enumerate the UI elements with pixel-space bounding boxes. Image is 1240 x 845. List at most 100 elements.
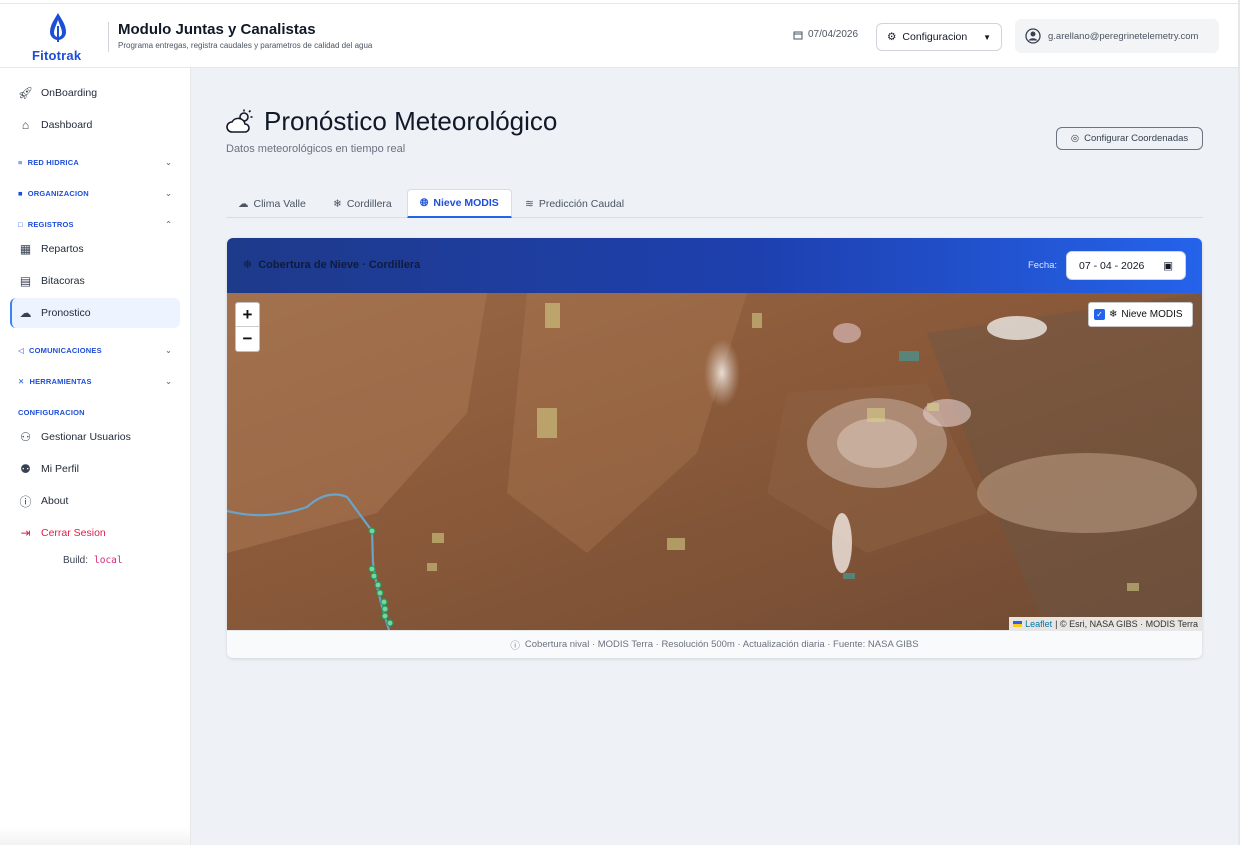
sidebar-item-mi-perfil[interactable]: ⚉ Mi Perfil xyxy=(10,454,180,484)
info-icon: ⓘ xyxy=(19,494,32,509)
attribution-text: | © Esri, NASA GIBS · MODIS Terra xyxy=(1055,618,1198,629)
chevron-down-icon: ⌄ xyxy=(165,157,172,167)
target-icon: ◎ xyxy=(1070,133,1080,144)
section-label: CONFIGURACION xyxy=(18,407,85,417)
coord-button-label: Configurar Coordenadas xyxy=(1084,133,1189,144)
satellite-map[interactable]: + − ✓ ❄ Nieve MODIS Leaflet | © Esri, NA… xyxy=(227,293,1202,630)
fecha-date-input[interactable]: 07 - 04 - 2026 ▣ xyxy=(1066,251,1186,280)
tab-clima-valle[interactable]: ☁ Clima Valle xyxy=(226,189,318,218)
calendar-icon xyxy=(793,31,803,39)
card-title-text: Cobertura de Nieve · Cordillera xyxy=(258,258,421,271)
rocket-icon: 🚀︎ xyxy=(17,86,34,100)
cloud-sun-icon: ☁ xyxy=(238,197,249,210)
sidebar-bottom-shadow xyxy=(0,827,191,845)
chevron-down-icon: ⌄ xyxy=(165,376,172,386)
card-header: ❄ Cobertura de Nieve · Cordillera Fecha:… xyxy=(227,238,1202,293)
sidebar-section-organizacion[interactable]: ■ ORGANIZACION ⌄ xyxy=(18,186,172,200)
user-email: g.arellano@peregrinetelemetry.com xyxy=(1048,30,1199,42)
calendar-icon[interactable]: ▣ xyxy=(1163,260,1173,272)
sidebar-item-cerrar-sesion[interactable]: ⇥ Cerrar Sesion xyxy=(10,518,180,548)
header-date: 07/04/2026 xyxy=(793,29,858,40)
sidebar-item-about[interactable]: ⓘ About xyxy=(10,486,180,516)
sidebar-section-configuracion: CONFIGURACION xyxy=(18,405,172,419)
tab-label: Nieve MODIS xyxy=(433,197,499,209)
sidebar-item-repartos[interactable]: ▦ Repartos xyxy=(10,234,180,264)
sidebar-item-gestionar-usuarios[interactable]: ⚇ Gestionar Usuarios xyxy=(10,422,180,452)
drop-logo-icon xyxy=(50,13,66,42)
page-title-text: Pronóstico Meteorológico xyxy=(264,106,558,136)
info-icon: ⓘ xyxy=(510,640,520,652)
user-avatar-icon xyxy=(1025,28,1041,44)
tab-label: Predicción Caudal xyxy=(538,197,625,210)
app-subtitle: Programa entregas, registra caudales y p… xyxy=(118,41,373,50)
sidebar-section-registros[interactable]: □ REGISTROS ⌃ xyxy=(18,217,172,231)
sidebar-section-herramientas[interactable]: ✕ HERRAMIENTAS ⌄ xyxy=(18,374,172,388)
sidebar-item-onboarding[interactable]: 🚀︎ OnBoarding xyxy=(10,78,180,108)
sidebar-item-pronostico[interactable]: ☁ Pronostico xyxy=(10,298,180,328)
megaphone-icon: ◁ xyxy=(18,345,24,355)
build-label: Build: xyxy=(63,555,89,566)
nieve-modis-checkbox[interactable]: ✓ xyxy=(1094,309,1105,320)
card-footer: ⓘ Cobertura nival · MODIS Terra · Resolu… xyxy=(227,630,1202,658)
map-imagery xyxy=(227,293,1202,630)
section-label: HERRAMIENTAS xyxy=(29,376,92,386)
card-title: ❄ Cobertura de Nieve · Cordillera xyxy=(243,258,421,272)
sidebar-item-label: OnBoarding xyxy=(41,87,98,99)
calendar-icon: ▦ xyxy=(19,242,32,256)
sidebar-section-red-hidrica[interactable]: ≡ RED HIDRICA ⌄ xyxy=(18,155,172,169)
map-attribution: Leaflet | © Esri, NASA GIBS · MODIS Terr… xyxy=(1009,617,1202,630)
tab-nieve-modis[interactable]: 🌐︎ Nieve MODIS xyxy=(407,189,512,218)
zoom-in-button[interactable]: + xyxy=(236,303,259,327)
tab-prediccion-caudal[interactable]: ≋ Predicción Caudal xyxy=(513,189,636,218)
zoom-out-button[interactable]: − xyxy=(236,327,259,351)
tab-label: Clima Valle xyxy=(253,197,306,210)
caret-down-icon: ▼ xyxy=(983,32,991,42)
page-subtitle: Datos meteorológicos en tiempo real xyxy=(226,143,406,155)
user-menu[interactable]: g.arellano@peregrinetelemetry.com xyxy=(1015,19,1219,53)
globe-icon: 🌐︎ xyxy=(420,196,429,209)
sidebar-item-label: Bitacoras xyxy=(41,275,85,287)
zoom-control: + − xyxy=(235,302,260,352)
sidebar-item-label: Mi Perfil xyxy=(41,463,79,475)
tab-label: Cordillera xyxy=(346,197,392,210)
sidebar-item-label: Repartos xyxy=(41,243,84,255)
notebook-icon: ▤ xyxy=(19,274,32,288)
config-dropdown-button[interactable]: ⚙ Configuracion ▼ xyxy=(876,23,1002,51)
fecha-label: Fecha: xyxy=(1028,260,1058,271)
snowflake-icon: ❄ xyxy=(333,197,342,210)
waves-icon: ≋ xyxy=(525,197,534,210)
forecast-tabs: ☁ Clima Valle ❄ Cordillera 🌐︎ Nieve MODI… xyxy=(226,189,1203,218)
home-icon: ⌂ xyxy=(21,118,30,132)
page-title: Pronóstico Meteorológico xyxy=(226,106,557,137)
config-label: Configuracion xyxy=(902,31,968,43)
building-icon: ■ xyxy=(18,188,23,198)
sidebar-item-label: About xyxy=(41,495,69,507)
snow-coverage-card: ❄ Cobertura de Nieve · Cordillera Fecha:… xyxy=(227,238,1202,658)
sidebar-item-label: Cerrar Sesion xyxy=(41,527,106,539)
tab-cordillera[interactable]: ❄ Cordillera xyxy=(321,189,404,218)
layer-control: ✓ ❄ Nieve MODIS xyxy=(1088,302,1193,327)
fecha-value: 07 - 04 - 2026 xyxy=(1079,259,1145,272)
ukraine-flag-icon xyxy=(1013,620,1023,627)
configurar-coordenadas-button[interactable]: ◎ Configurar Coordenadas xyxy=(1056,127,1203,150)
box-icon: □ xyxy=(18,219,23,229)
app-logo[interactable]: Fitotrak xyxy=(28,10,88,64)
sidebar: 🚀︎ OnBoarding ⌂ Dashboard ≡ RED HIDRICA ⌄ … xyxy=(0,68,191,845)
app-title: Modulo Juntas y Canalistas xyxy=(118,21,316,38)
gear-icon: ⚙ xyxy=(887,31,897,43)
tools-icon: ✕ xyxy=(18,376,25,386)
leaflet-link[interactable]: Leaflet xyxy=(1025,619,1052,629)
sidebar-item-dashboard[interactable]: ⌂ Dashboard xyxy=(10,110,180,140)
sidebar-item-bitacoras[interactable]: ▤ Bitacoras xyxy=(10,266,180,296)
app-header: Fitotrak Modulo Juntas y Canalistas Prog… xyxy=(0,4,1240,68)
build-info: Build: local xyxy=(63,555,123,566)
list-icon: ≡ xyxy=(18,157,23,167)
sidebar-section-comunicaciones[interactable]: ◁ COMUNICACIONES ⌄ xyxy=(18,343,172,357)
users-icon: ⚇ xyxy=(20,430,31,444)
sidebar-item-label: Dashboard xyxy=(41,119,93,131)
sidebar-item-label: Pronostico xyxy=(41,307,91,319)
section-label: RED HIDRICA xyxy=(27,157,79,167)
cloud-sun-icon: ☁ xyxy=(19,306,32,320)
user-gear-icon: ⚉ xyxy=(20,462,31,476)
layer-label: Nieve MODIS xyxy=(1121,309,1183,320)
